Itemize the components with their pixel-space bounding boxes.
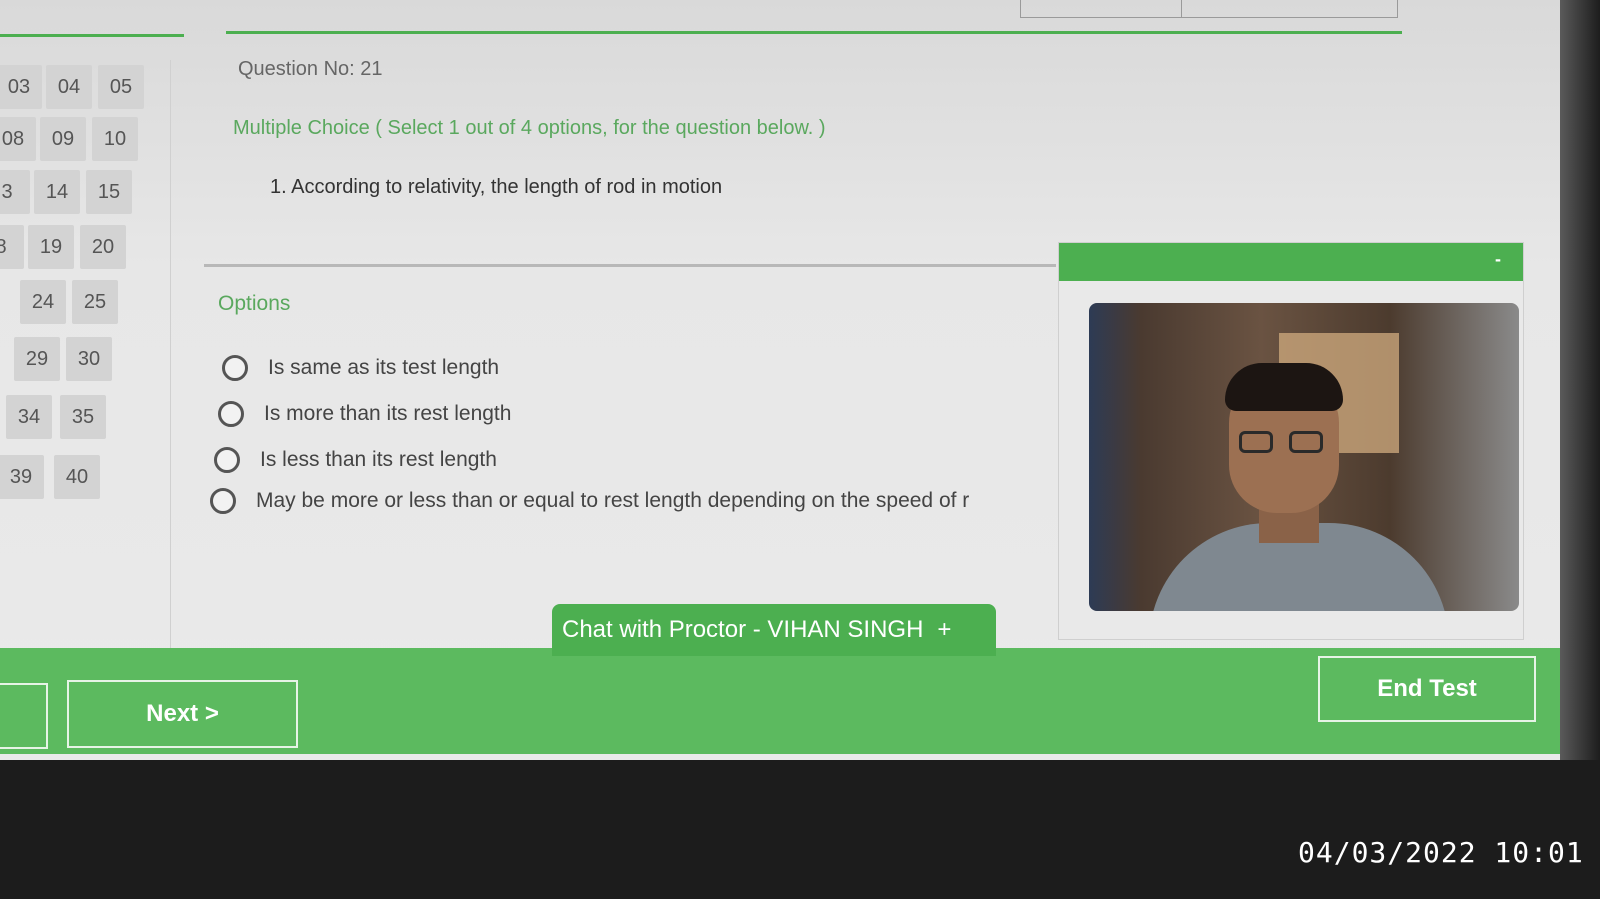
option-3[interactable]: Is less than its rest length [214, 447, 497, 473]
sidebar-divider [0, 34, 184, 37]
question-text: 1. According to relativity, the length o… [270, 176, 723, 198]
option-2[interactable]: Is more than its rest length [218, 401, 511, 427]
option-4-clip: May be more or less than or equal to res… [200, 480, 1078, 530]
question-cell[interactable]: 03 [0, 65, 42, 109]
question-cell[interactable]: 14 [34, 170, 80, 214]
radio-button[interactable] [222, 355, 248, 381]
question-cell[interactable]: 08 [0, 117, 36, 161]
person-hair [1225, 363, 1343, 411]
question-cell[interactable]: 24 [20, 280, 66, 324]
option-1[interactable]: Is same as its test length [222, 355, 499, 381]
next-button[interactable]: Next > [67, 680, 298, 748]
question-divider [204, 264, 1056, 267]
question-cell[interactable]: 20 [80, 225, 126, 269]
option-text: Is less than its rest length [260, 448, 497, 471]
previous-button[interactable] [0, 683, 48, 749]
glasses-icon [1239, 431, 1273, 453]
option-text: May be more or less than or equal to res… [256, 489, 970, 512]
question-cell[interactable]: 19 [28, 225, 74, 269]
radio-button[interactable] [210, 488, 236, 514]
question-palette: 03 04 05 08 09 10 3 14 15 8 19 20 24 25 … [0, 60, 171, 660]
proctor-video-panel: - [1058, 242, 1524, 640]
question-cell[interactable]: 10 [92, 117, 138, 161]
question-cell[interactable]: 40 [54, 455, 100, 499]
option-text: Is more than its rest length [264, 402, 512, 425]
monitor-bezel [1560, 0, 1600, 760]
video-panel-header: - [1059, 243, 1523, 281]
end-test-button[interactable]: End Test [1318, 656, 1536, 722]
question-cell[interactable]: 34 [6, 395, 52, 439]
expand-icon[interactable]: + [937, 616, 951, 644]
question-number: Question No: 21 [238, 58, 383, 80]
question-type: Multiple Choice ( Select 1 out of 4 opti… [233, 117, 826, 139]
webcam-feed [1089, 303, 1519, 611]
question-cell[interactable]: 25 [72, 280, 118, 324]
header-divider [226, 31, 1402, 34]
photo-timestamp: 04/03/2022 10:01 [1298, 836, 1584, 869]
chat-with-proctor-tab[interactable]: Chat with Proctor - VIHAN SINGH + [552, 604, 996, 656]
option-text: Is same as its test length [268, 356, 500, 379]
options-heading: Options [218, 292, 291, 315]
radio-button[interactable] [218, 401, 244, 427]
question-cell[interactable]: 29 [14, 337, 60, 381]
glasses-icon [1289, 431, 1323, 453]
question-cell[interactable]: 04 [46, 65, 92, 109]
question-cell[interactable]: 15 [86, 170, 132, 214]
question-cell[interactable]: 3 [0, 170, 30, 214]
question-cell[interactable]: 05 [98, 65, 144, 109]
top-info-box [1020, 0, 1398, 18]
question-cell[interactable]: 35 [60, 395, 106, 439]
question-cell[interactable]: 30 [66, 337, 112, 381]
option-4[interactable]: May be more or less than or equal to res… [210, 488, 969, 514]
exam-screen: 03 04 05 08 09 10 3 14 15 8 19 20 24 25 … [0, 0, 1600, 760]
minimize-button[interactable]: - [1495, 249, 1501, 270]
question-cell[interactable]: 39 [0, 455, 44, 499]
chat-label: Chat with Proctor - VIHAN SINGH [562, 616, 924, 643]
question-cell[interactable]: 09 [40, 117, 86, 161]
radio-button[interactable] [214, 447, 240, 473]
question-cell[interactable]: 8 [0, 225, 24, 269]
